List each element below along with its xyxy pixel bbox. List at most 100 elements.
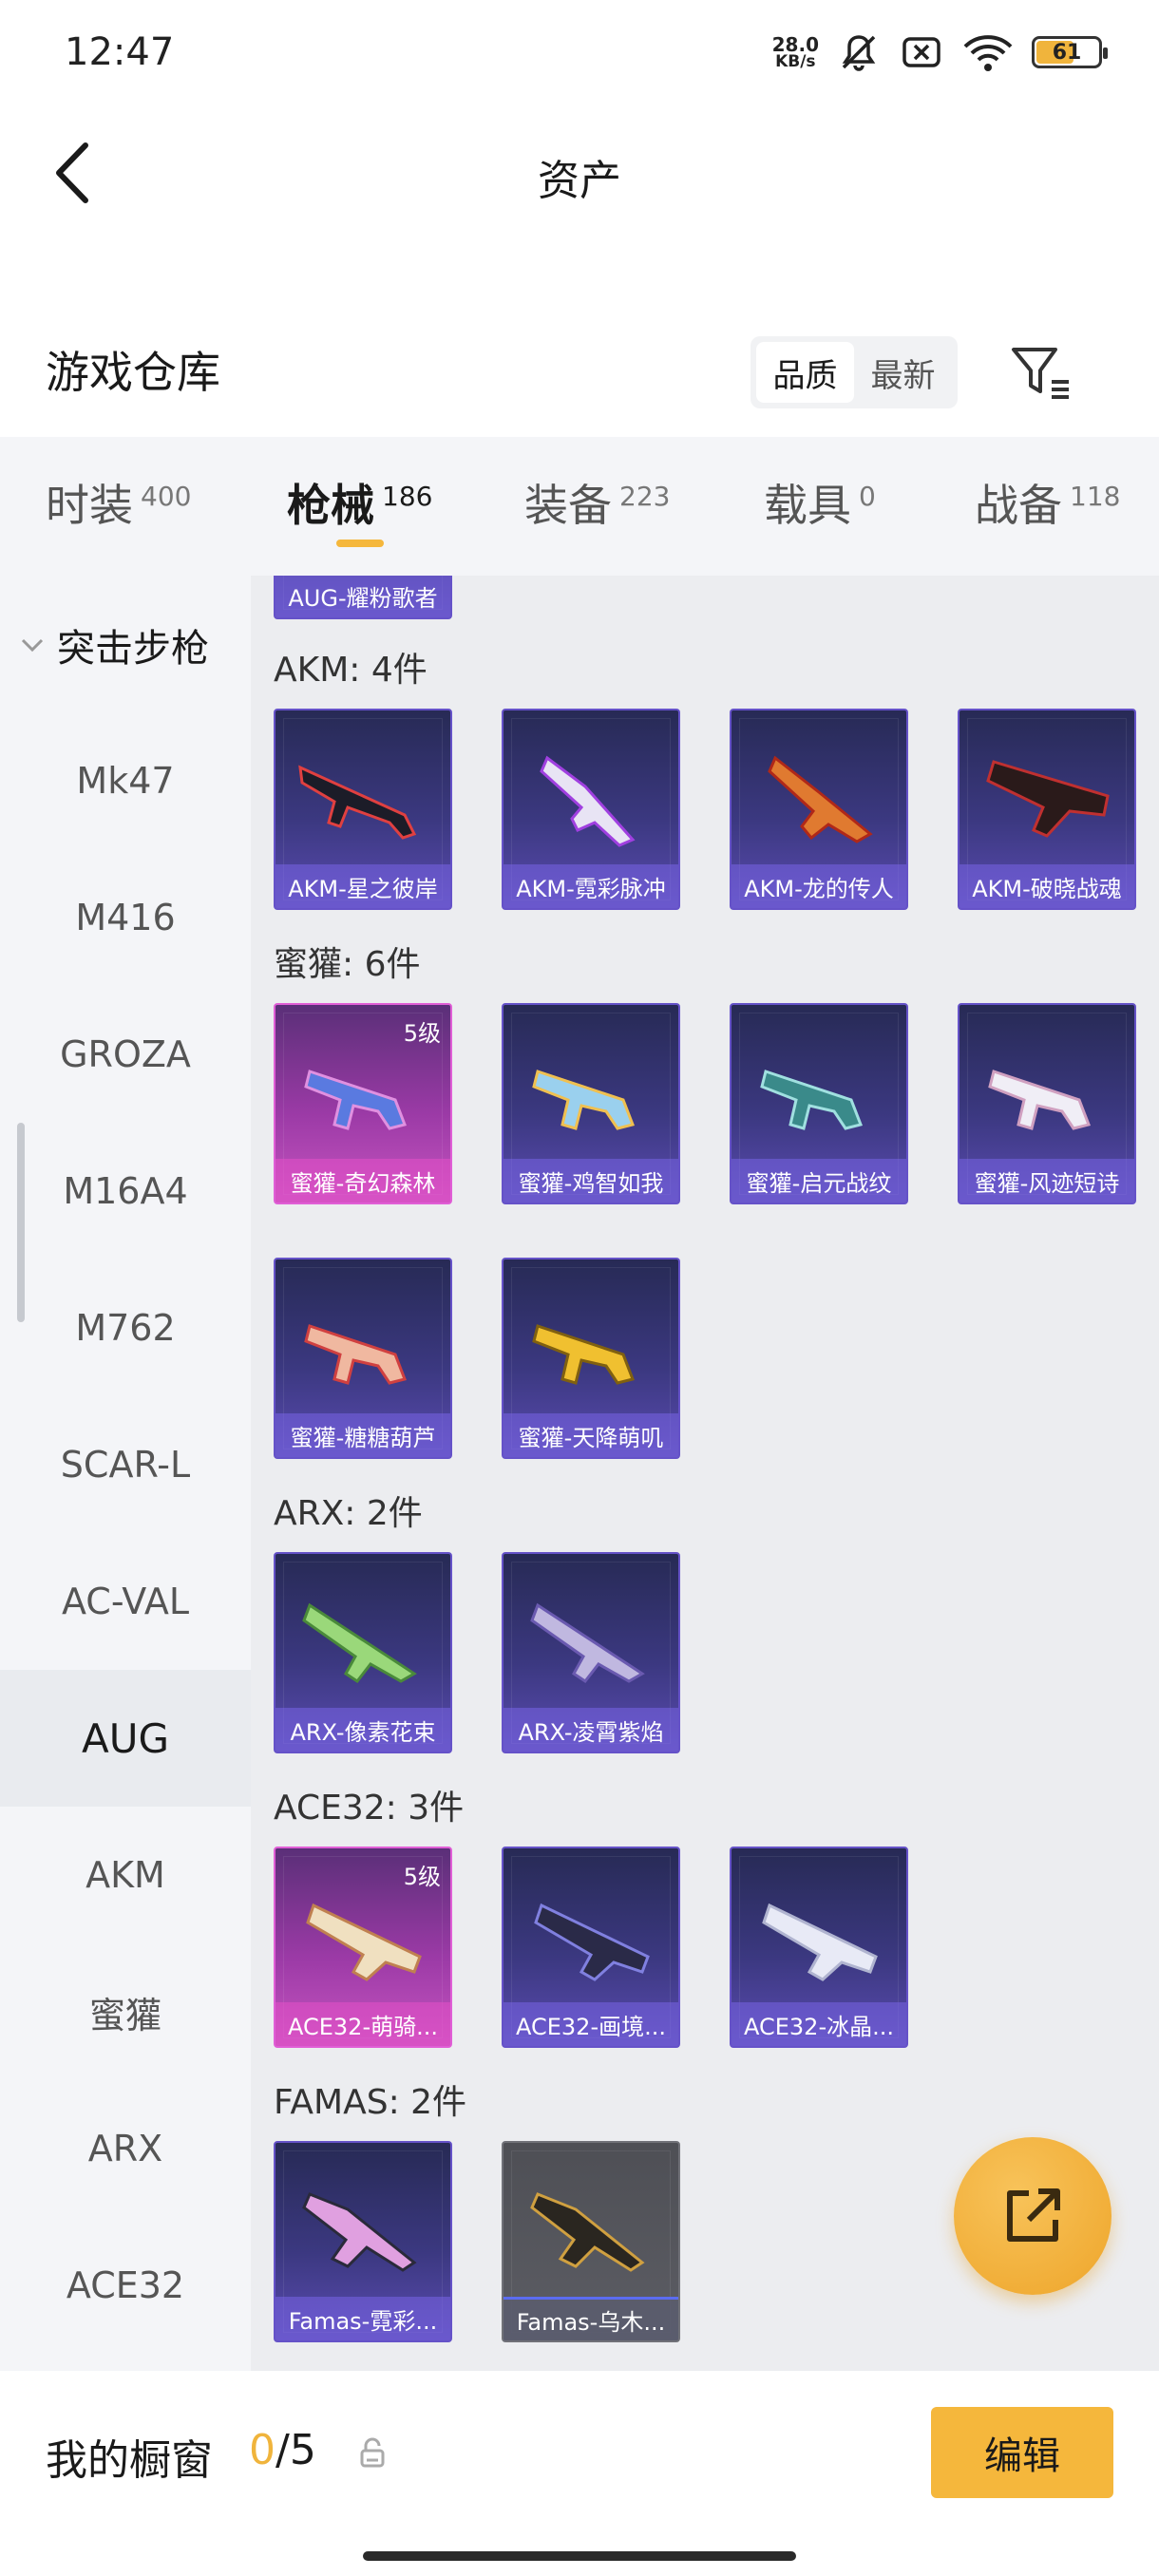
rifle-skin-icon bbox=[530, 1602, 645, 1684]
rifle-skin-icon bbox=[306, 1903, 422, 1981]
weapon-card-label: AUG-耀粉歌者 bbox=[276, 576, 450, 617]
filter-icon bbox=[1012, 348, 1069, 399]
section-title-honey-badger: 蜜獾: 6件 bbox=[274, 945, 421, 984]
weapon-card[interactable]: AKM-破晓战魂 bbox=[958, 709, 1136, 910]
weapon-card[interactable]: 蜜獾-风迹短诗 bbox=[958, 1003, 1136, 1204]
smg-skin-icon bbox=[532, 1324, 636, 1385]
weapon-card-label: AKM-龙的传人 bbox=[732, 864, 906, 908]
weapon-card[interactable]: ACE32-冰晶... bbox=[730, 1847, 908, 2048]
weapon-card-label: ACE32-画境... bbox=[504, 2002, 678, 2046]
tab-label: 枪械 bbox=[287, 480, 374, 531]
sidebar-item-ac-val[interactable]: AC-VAL bbox=[0, 1533, 251, 1670]
weapon-card[interactable]: 蜜獾-鸡智如我 bbox=[502, 1003, 680, 1204]
sidebar-item-m416[interactable]: M416 bbox=[0, 849, 251, 986]
rifle-skin-icon bbox=[540, 755, 636, 847]
smg-skin-icon bbox=[532, 1070, 636, 1130]
weapon-card[interactable]: AKM-龙的传人 bbox=[730, 709, 908, 910]
share-button[interactable] bbox=[954, 2137, 1112, 2295]
mute-bell-icon bbox=[842, 35, 876, 71]
sidebar-item-akm[interactable]: AKM bbox=[0, 1807, 251, 1943]
rifle-skin-icon bbox=[302, 2192, 417, 2272]
filter-button[interactable] bbox=[1003, 334, 1079, 410]
weapon-card-label: 蜜獾-糖糖葫芦 bbox=[276, 1413, 450, 1457]
weapon-card-label: 蜜獾-启元战纹 bbox=[732, 1159, 906, 1203]
tab-count: 400 bbox=[141, 481, 192, 512]
lock-icon bbox=[360, 2437, 385, 2468]
net-speed: 28.0 KB/s bbox=[772, 35, 819, 70]
sidebar-item-m16a4[interactable]: M16A4 bbox=[0, 1123, 251, 1260]
weapon-card-label: ACE32-冰晶... bbox=[732, 2002, 906, 2046]
sidebar-item-scar-l[interactable]: SCAR-L bbox=[0, 1396, 251, 1533]
showcase-count: 0/5 bbox=[249, 2426, 316, 2474]
title-bar: 资产 bbox=[0, 104, 1159, 247]
sidebar-item-honey-badger[interactable]: 蜜獾 bbox=[0, 1943, 251, 2080]
tab-equipment[interactable]: 装备 223 bbox=[524, 471, 670, 534]
tab-label: 时装 bbox=[46, 480, 133, 531]
rifle-skin-icon bbox=[768, 755, 873, 843]
status-bar: 12:47 28.0 KB/s 61 bbox=[0, 0, 1159, 104]
weapon-card-label: AKM-星之彼岸 bbox=[276, 864, 450, 908]
weapon-card[interactable]: 蜜獾-糖糖葫芦 bbox=[274, 1258, 452, 1459]
sort-quality-button[interactable]: 品质 bbox=[756, 342, 854, 403]
tab-count: 118 bbox=[1070, 481, 1121, 512]
weapon-card-label: Famas-霓彩... bbox=[276, 2297, 450, 2340]
sort-toggle: 品质 最新 bbox=[750, 336, 958, 408]
sort-newest-button[interactable]: 最新 bbox=[854, 342, 952, 403]
weapon-card[interactable]: AUG-耀粉歌者 bbox=[274, 576, 452, 619]
showcase-bar: 我的橱窗 0/5 编辑 bbox=[0, 2371, 1159, 2576]
tab-count: 186 bbox=[382, 481, 433, 512]
weapon-sidebar: 突击步枪 Mk47 M416 GROZA M16A4 M762 SCAR-L A… bbox=[0, 576, 251, 2371]
showcase-total: 5 bbox=[289, 2426, 316, 2474]
section-title-arx: ARX: 2件 bbox=[274, 1494, 423, 1533]
battery-icon: 61 bbox=[1032, 36, 1108, 68]
weapon-card[interactable]: ARX-像素花束 bbox=[274, 1552, 452, 1753]
active-tab-indicator bbox=[336, 540, 384, 547]
smg-skin-icon bbox=[304, 1324, 408, 1385]
warehouse-title: 游戏仓库 bbox=[46, 347, 220, 398]
weapon-card[interactable]: AKM-霓彩脉冲 bbox=[502, 709, 680, 910]
sidebar-group-assault-rifles[interactable]: 突击步枪 bbox=[19, 617, 209, 672]
tab-count: 0 bbox=[859, 481, 876, 512]
weapon-card[interactable]: 蜜獾-启元战纹 bbox=[730, 1003, 908, 1204]
section-title-akm: AKM: 4件 bbox=[274, 651, 428, 690]
sidebar-item-mk47[interactable]: Mk47 bbox=[0, 712, 251, 849]
weapon-card[interactable]: 蜜獾-天降萌叽 bbox=[502, 1258, 680, 1459]
weapon-card[interactable]: 5级 ACE32-萌骑... bbox=[274, 1847, 452, 2048]
sim-card-off-icon bbox=[902, 37, 940, 67]
share-icon bbox=[1007, 2188, 1060, 2242]
sidebar-item-m762[interactable]: M762 bbox=[0, 1260, 251, 1396]
sidebar-item-ace32[interactable]: ACE32 bbox=[0, 2217, 251, 2354]
weapon-grid: AUG-耀粉歌者 AKM: 4件 AKM-星之彼岸 AKM-霓彩脉冲 AKM-龙… bbox=[251, 576, 1159, 2371]
weapon-card-label: ACE32-萌骑... bbox=[276, 2002, 450, 2046]
sidebar-item-groza[interactable]: GROZA bbox=[0, 986, 251, 1123]
weapon-card-label: AKM-破晓战魂 bbox=[960, 864, 1134, 908]
tab-vehicles[interactable]: 载具 0 bbox=[764, 471, 876, 534]
tab-fashion[interactable]: 时装 400 bbox=[46, 471, 191, 534]
weapon-card[interactable]: Famas-乌木... bbox=[502, 2141, 680, 2342]
rifle-skin-icon bbox=[986, 760, 1110, 838]
sidebar-item-arx[interactable]: ARX bbox=[0, 2080, 251, 2217]
weapon-card-label: 蜜獾-天降萌叽 bbox=[504, 1413, 678, 1457]
tab-firearms[interactable]: 枪械 186 bbox=[287, 471, 432, 534]
net-speed-value: 28.0 bbox=[771, 32, 819, 56]
tab-label: 载具 bbox=[764, 480, 851, 531]
weapon-card[interactable]: ARX-凌霄紫焰 bbox=[502, 1552, 680, 1753]
weapon-card[interactable]: ACE32-画境... bbox=[502, 1847, 680, 2048]
weapon-card[interactable]: AKM-星之彼岸 bbox=[274, 709, 452, 910]
section-title-ace32: ACE32: 3件 bbox=[274, 1789, 465, 1828]
section-title-famas: FAMAS: 2件 bbox=[274, 2083, 467, 2122]
sidebar-group-label: 突击步枪 bbox=[57, 627, 209, 671]
tab-count: 223 bbox=[619, 481, 671, 512]
sidebar-item-aug[interactable]: AUG bbox=[0, 1670, 251, 1807]
category-tabs: 时装 400 枪械 186 装备 223 载具 0 战备 118 bbox=[0, 437, 1159, 576]
weapon-card-label: AKM-霓彩脉冲 bbox=[504, 864, 678, 908]
battery-text: 61 bbox=[1052, 40, 1082, 65]
weapon-card-label: 蜜獾-鸡智如我 bbox=[504, 1159, 678, 1203]
tab-supplies[interactable]: 战备 118 bbox=[975, 471, 1120, 534]
smg-skin-icon bbox=[988, 1070, 1092, 1130]
weapon-card[interactable]: 5级 蜜獾-奇幻森林 bbox=[274, 1003, 452, 1204]
home-indicator[interactable] bbox=[363, 2551, 796, 2561]
edit-button[interactable]: 编辑 bbox=[931, 2407, 1113, 2498]
rifle-skin-icon bbox=[302, 1602, 417, 1684]
weapon-card[interactable]: Famas-霓彩... bbox=[274, 2141, 452, 2342]
